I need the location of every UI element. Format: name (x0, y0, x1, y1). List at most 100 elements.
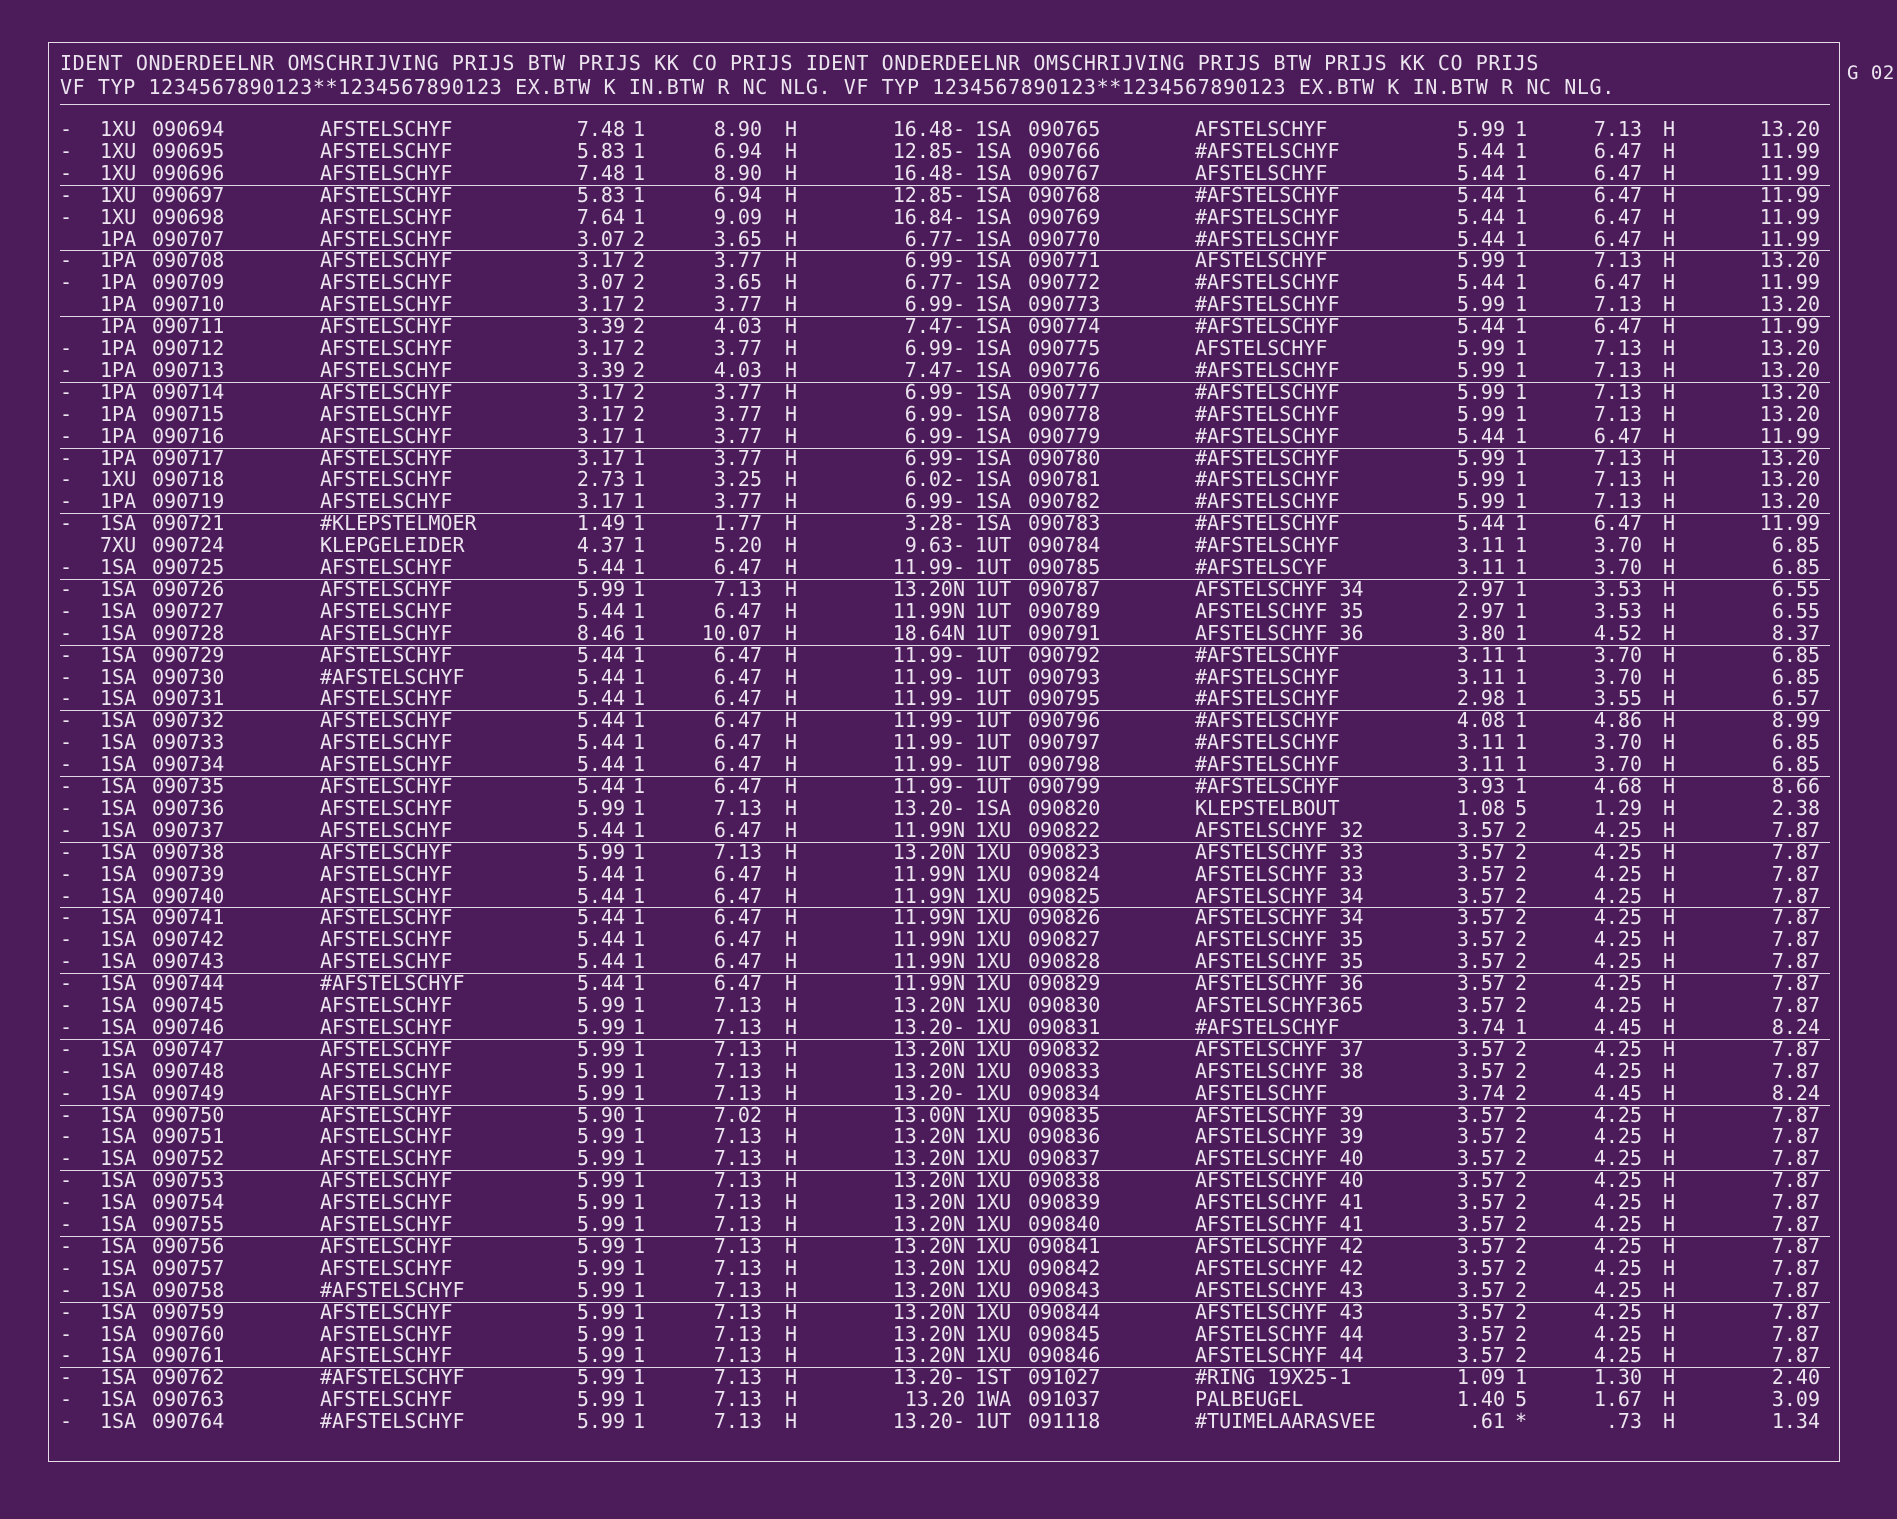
left-nr-cell: 090735 (152, 774, 225, 798)
left-nlg-cell: 13.20N (892, 1124, 965, 1149)
right-k-cell: 1 (1515, 292, 1528, 317)
left-inb-cell: 7.13 (713, 1168, 762, 1193)
right-desc-cell: #AFSTELSCHYF (1195, 708, 1340, 733)
right-k-cell: 1 (1515, 774, 1528, 798)
left-k-cell: 1 (633, 1299, 646, 1324)
left-vf-cell: - (60, 1014, 73, 1039)
left-vf-cell: - (60, 248, 73, 273)
left-kk-cell: H (785, 336, 798, 360)
left-desc-cell: AFSTELSCHYF (320, 730, 453, 755)
table-row: 7XU 090724 KLEPGELEIDER 4.37 1 5.20 H 9.63- 1UT 0… (0, 534, 1897, 556)
left-typ-cell: 1SA (100, 817, 137, 842)
left-desc-cell: AFSTELSCHYF (320, 949, 453, 974)
left-inb-cell: 7.13 (713, 1255, 762, 1280)
right-inb-cell: 3.70 (1593, 730, 1642, 755)
right-nr-cell: 090827 (1028, 927, 1101, 952)
right-ex-cell: 3.11 (1456, 664, 1505, 689)
left-vf-cell: - (60, 598, 73, 623)
left-nlg-cell: 13.20N (892, 1146, 965, 1171)
left-nlg-cell: 13.20N (892, 576, 965, 601)
left-k-cell: 1 (633, 138, 646, 163)
left-nlg-cell: 16.48- (892, 160, 965, 185)
left-nlg-cell: 6.77- (904, 226, 965, 251)
left-vf-cell: - (60, 445, 73, 470)
left-nr-cell: 090717 (152, 445, 225, 470)
left-k-cell: 2 (633, 226, 646, 251)
right-nlg-cell: 7.87 (1771, 839, 1820, 864)
right-nlg-cell: 8.66 (1771, 774, 1820, 798)
right-desc-cell: AFSTELSCHYF (1195, 160, 1328, 185)
left-k-cell: 1 (633, 511, 646, 536)
left-vf-cell: - (60, 555, 73, 579)
right-nlg-cell: 2.38 (1771, 795, 1820, 820)
right-k-cell: 1 (1515, 467, 1528, 492)
left-nlg-cell: 13.20N (892, 1299, 965, 1324)
left-inb-cell: 6.47 (713, 905, 762, 930)
right-k-cell: 2 (1515, 1124, 1528, 1149)
left-kk-cell: H (785, 620, 798, 645)
left-desc-cell: #AFSTELSCHYF (320, 1277, 465, 1302)
left-k-cell: 1 (633, 160, 646, 185)
left-k-cell: 2 (633, 314, 646, 339)
left-kk-cell: H (785, 357, 798, 382)
right-desc-cell: #AFSTELSCHYF (1195, 292, 1340, 317)
right-desc-cell: AFSTELSCHYF 39 (1195, 1124, 1364, 1149)
left-ex-cell: 5.44 (576, 730, 625, 755)
right-ex-cell: 3.57 (1456, 1036, 1505, 1061)
left-kk-cell: H (785, 774, 798, 798)
left-nr-cell: 090730 (152, 664, 225, 689)
right-nr-cell: 090829 (1028, 971, 1101, 996)
right-kk-cell: H (1663, 160, 1676, 185)
right-typ-cell: 1XU (975, 905, 1012, 930)
left-k-cell: 1 (633, 642, 646, 667)
left-ex-cell: 5.99 (576, 1146, 625, 1171)
right-desc-cell: AFSTELSCHYF (1195, 117, 1328, 141)
right-nlg-cell: 8.99 (1771, 708, 1820, 733)
left-ex-cell: 5.44 (576, 883, 625, 908)
right-desc-cell: AFSTELSCHYF 33 (1195, 839, 1364, 864)
right-nlg-cell: 13.20 (1759, 379, 1820, 404)
right-typ-cell: 1UT (975, 598, 1012, 623)
right-ex-cell: 1.09 (1456, 1365, 1505, 1390)
left-nlg-cell: 13.20N (892, 1212, 965, 1236)
left-vf-cell: - (60, 1299, 73, 1324)
right-nlg-cell: 6.85 (1771, 664, 1820, 689)
left-desc-cell: AFSTELSCHYF (320, 795, 453, 820)
left-nr-cell: 090709 (152, 270, 225, 295)
left-nlg-cell: 11.99- (892, 752, 965, 777)
right-inb-cell: 7.13 (1593, 445, 1642, 470)
table-row: - 1PA 090712 AFSTELSCHYF 3.17 2 3.77 H 6.99- 1SA 0… (0, 337, 1897, 359)
right-ex-cell: 3.57 (1456, 1233, 1505, 1258)
left-ex-cell: 3.17 (576, 248, 625, 273)
left-desc-cell: AFSTELSCHYF (320, 401, 453, 426)
left-k-cell: 1 (633, 752, 646, 777)
left-k-cell: 1 (633, 204, 646, 229)
left-k-cell: 1 (633, 423, 646, 448)
left-typ-cell: 1XU (100, 204, 137, 229)
left-vf-cell: - (60, 752, 73, 777)
right-nr-cell: 090769 (1028, 204, 1101, 229)
microfiche-sheet: G 02 IDENT ONDERDEELNR OMSCHRIJVING PRIJ… (0, 0, 1897, 1519)
right-inb-cell: 4.25 (1593, 839, 1642, 864)
right-nr-cell: 090789 (1028, 598, 1101, 623)
right-typ-cell: 1UT (975, 1409, 1012, 1434)
right-inb-cell: 1.30 (1593, 1365, 1642, 1390)
right-k-cell: 1 (1515, 423, 1528, 448)
right-kk-cell: H (1663, 489, 1676, 514)
left-vf-cell: - (60, 949, 73, 974)
right-kk-cell: H (1663, 379, 1676, 404)
right-kk-cell: H (1663, 752, 1676, 777)
right-ex-cell: 5.99 (1456, 401, 1505, 426)
right-kk-cell: H (1663, 204, 1676, 229)
left-ex-cell: 5.99 (576, 1168, 625, 1193)
left-nr-cell: 090711 (152, 314, 225, 339)
right-desc-cell: AFSTELSCHYF 36 (1195, 620, 1364, 645)
left-vf-cell: - (60, 1343, 73, 1368)
left-vf-cell: - (60, 401, 73, 426)
right-nlg-cell: 11.99 (1759, 511, 1820, 536)
left-kk-cell: H (785, 138, 798, 163)
right-k-cell: 2 (1515, 971, 1528, 996)
left-desc-cell: AFSTELSCHYF (320, 379, 453, 404)
left-nlg-cell: 6.99- (904, 489, 965, 514)
table-row: - 1SA 090752 AFSTELSCHYF 5.99 1 7.13 H 13.20N 1XU… (0, 1147, 1897, 1169)
